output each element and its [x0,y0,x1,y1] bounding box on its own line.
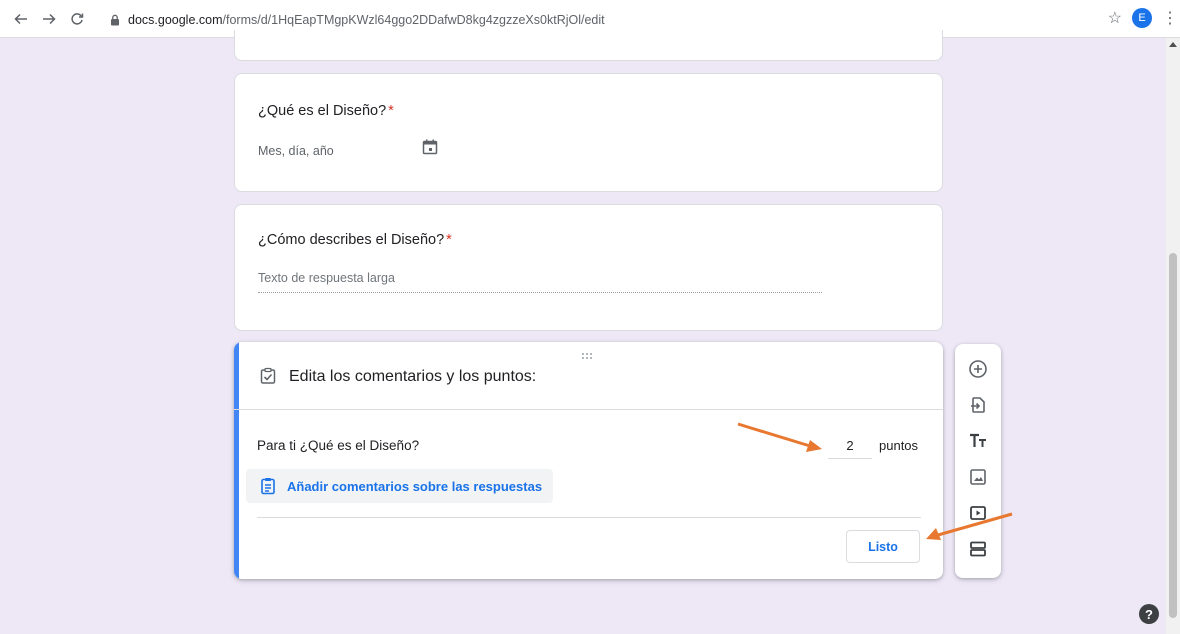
lock-icon [108,13,122,27]
menu-icon[interactable]: ⋮ [1162,8,1178,28]
active-indicator [234,342,239,579]
long-answer-placeholder: Texto de respuesta larga [258,271,822,293]
feedback-heading: Edita los comentarios y los puntos: [289,368,537,385]
add-image-icon[interactable] [967,466,989,488]
add-feedback-button[interactable]: Añadir comentarios sobre las respuestas [246,469,553,503]
star-icon[interactable]: ☆ [1108,8,1122,28]
add-video-icon[interactable] [967,502,989,524]
divider [257,517,921,518]
points-input[interactable]: 2 [828,435,872,459]
add-feedback-label: Añadir comentarios sobre las respuestas [287,478,543,494]
reload-icon[interactable] [66,8,88,30]
question-title-text: ¿Qué es el Diseño? [258,103,387,119]
scrollbar-thumb[interactable] [1169,253,1177,618]
divider [234,409,943,410]
question-title-text: ¿Cómo describes el Diseño? [258,232,445,248]
previous-question-card[interactable] [234,30,943,61]
url-text: docs.google.com/forms/d/1HqEapTMgpKWzl64… [128,13,605,27]
calendar-icon [421,138,439,156]
feedback-icon [259,477,277,495]
drag-handle-icon[interactable] [580,348,598,359]
question-title: ¿Cómo describes el Diseño? * [258,232,452,248]
answer-key-icon [259,367,277,385]
url-path: /forms/d/1HqEapTMgpKWzl64ggo2DDafwD8kg4z… [222,13,605,27]
required-mark: * [446,232,452,248]
feedback-card[interactable]: Edita los comentarios y los puntos: Para… [234,342,943,579]
scrollbar[interactable] [1166,38,1180,634]
points-unit-label: puntos [879,438,919,453]
scroll-up-icon[interactable] [1169,42,1177,47]
done-button[interactable]: Listo [846,530,920,563]
side-toolbar [955,344,1001,578]
add-question-icon[interactable] [967,358,989,380]
help-icon[interactable]: ? [1139,604,1159,624]
question-title: ¿Qué es el Diseño? * [258,103,394,119]
url-host: docs.google.com [128,13,223,27]
add-section-icon[interactable] [967,538,989,560]
import-questions-icon[interactable] [967,394,989,416]
question-card-paragraph[interactable]: ¿Cómo describes el Diseño? * Texto de res… [234,204,943,331]
add-title-icon[interactable] [967,430,989,452]
forward-icon[interactable] [38,8,60,30]
feedback-question-label: Para ti ¿Qué es el Diseño? [257,438,420,453]
back-icon[interactable] [10,8,32,30]
avatar[interactable]: E [1132,8,1152,28]
question-card-date[interactable]: ¿Qué es el Diseño? * Mes, día, año [234,73,943,192]
required-mark: * [388,103,394,119]
date-placeholder: Mes, día, año [258,144,334,158]
